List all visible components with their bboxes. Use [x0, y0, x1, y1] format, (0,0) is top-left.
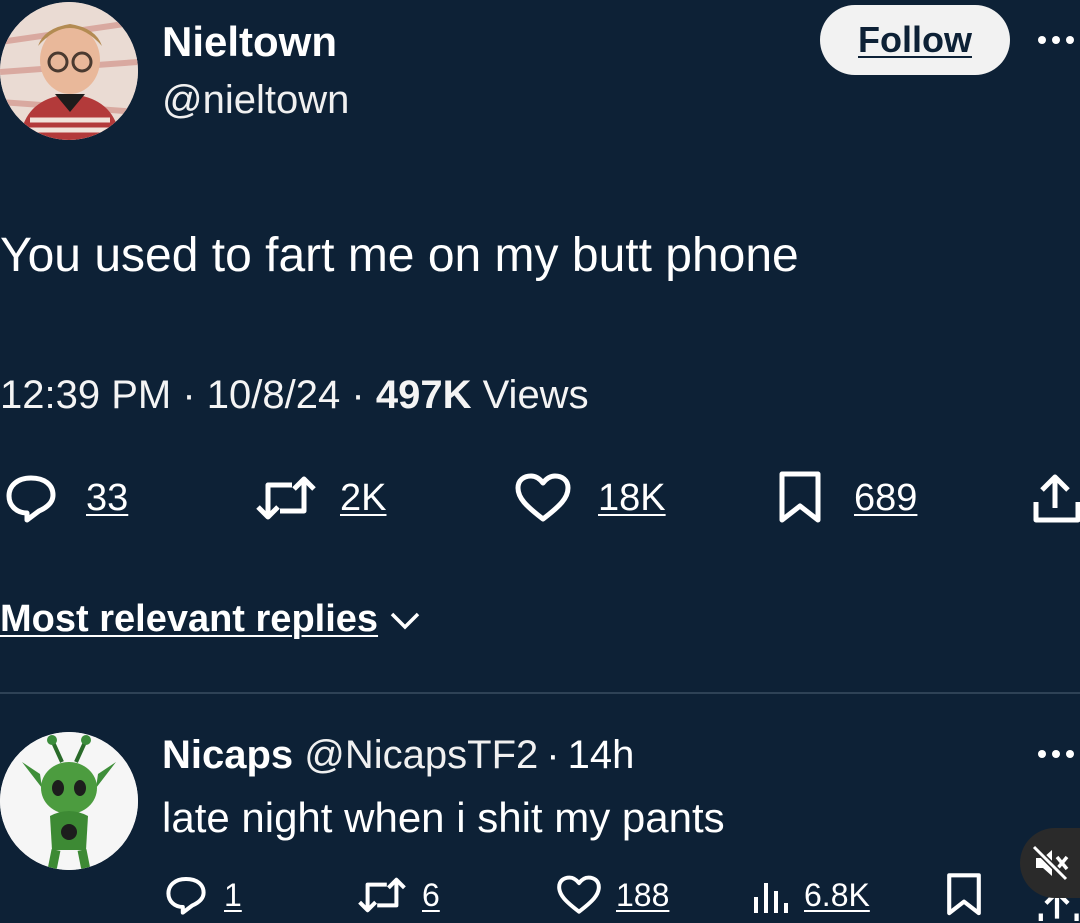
reply-like-count: 188: [616, 876, 670, 913]
replies-sort-dropdown[interactable]: Most relevant replies: [0, 598, 422, 641]
bookmark-icon: [947, 873, 981, 916]
more-dots-icon: [1038, 750, 1074, 758]
tweet-time: 12:39 PM: [0, 373, 172, 417]
meta-separator: ·: [182, 373, 196, 417]
reply-views-button[interactable]: 6.8K: [750, 872, 870, 918]
meta-separator: ·: [351, 373, 365, 417]
author-display-name[interactable]: Nieltown: [162, 18, 337, 66]
reply-handle[interactable]: @NicapsTF2: [304, 733, 538, 777]
follow-button[interactable]: Follow: [820, 5, 1010, 75]
views-count[interactable]: 497K: [376, 373, 472, 417]
repost-icon: [358, 877, 406, 913]
reply-button[interactable]: 33: [4, 470, 128, 526]
reply-repost-button[interactable]: 6: [356, 872, 440, 918]
reply-bubble-icon: [166, 877, 206, 915]
reply-time[interactable]: 14h: [568, 733, 635, 777]
tweet-text: You used to fart me on my butt phone: [0, 229, 799, 282]
reply-display-name[interactable]: Nicaps: [162, 733, 293, 777]
heart-icon: [515, 473, 571, 522]
repost-icon: [256, 476, 316, 520]
reply-text: late night when i shit my pants: [162, 794, 725, 841]
reply-reply-count: 1: [224, 876, 242, 913]
share-button[interactable]: [1030, 472, 1080, 526]
bar-chart-icon: [754, 883, 788, 913]
chevron-down-icon: [390, 612, 420, 629]
bookmark-button[interactable]: 689: [776, 470, 917, 526]
author-avatar[interactable]: [0, 2, 138, 140]
share-icon: [1033, 474, 1080, 523]
reply-reply-button[interactable]: 1: [164, 872, 242, 918]
reply-repost-count: 6: [422, 876, 440, 913]
reply-bubble-icon: [6, 475, 56, 523]
repost-count: 2K: [340, 476, 387, 519]
replies-sort-label: Most relevant replies: [0, 598, 379, 640]
like-button[interactable]: 18K: [514, 470, 666, 526]
reply-count: 33: [86, 476, 129, 519]
repost-button[interactable]: 2K: [254, 470, 386, 526]
reply-bookmark-button[interactable]: [944, 872, 984, 918]
divider: [0, 692, 1080, 694]
reply-views-count: 6.8K: [804, 876, 870, 913]
reply-separator: ·: [546, 733, 560, 777]
reply-header: Nicaps @NicapsTF2 · 14h: [162, 730, 634, 780]
reply-author-avatar[interactable]: [0, 732, 138, 870]
more-options-button[interactable]: [1036, 32, 1080, 48]
reply-more-options-button[interactable]: [1036, 746, 1080, 762]
views-label: Views: [482, 373, 589, 417]
like-count: 18K: [598, 476, 666, 519]
tweet-meta: 12:39 PM · 10/8/24 · 497K Views: [0, 370, 589, 420]
reply-like-button[interactable]: 188: [556, 872, 669, 918]
author-handle[interactable]: @nieltown: [162, 76, 349, 124]
bookmark-icon: [779, 471, 821, 523]
mute-toggle-button[interactable]: [1020, 828, 1080, 898]
bookmark-count: 689: [854, 476, 918, 519]
tweet-date: 10/8/24: [206, 373, 341, 417]
heart-icon: [557, 875, 601, 914]
mute-icon: [1031, 844, 1069, 882]
more-dots-icon: [1038, 36, 1074, 44]
follow-button-label: Follow: [858, 19, 972, 60]
